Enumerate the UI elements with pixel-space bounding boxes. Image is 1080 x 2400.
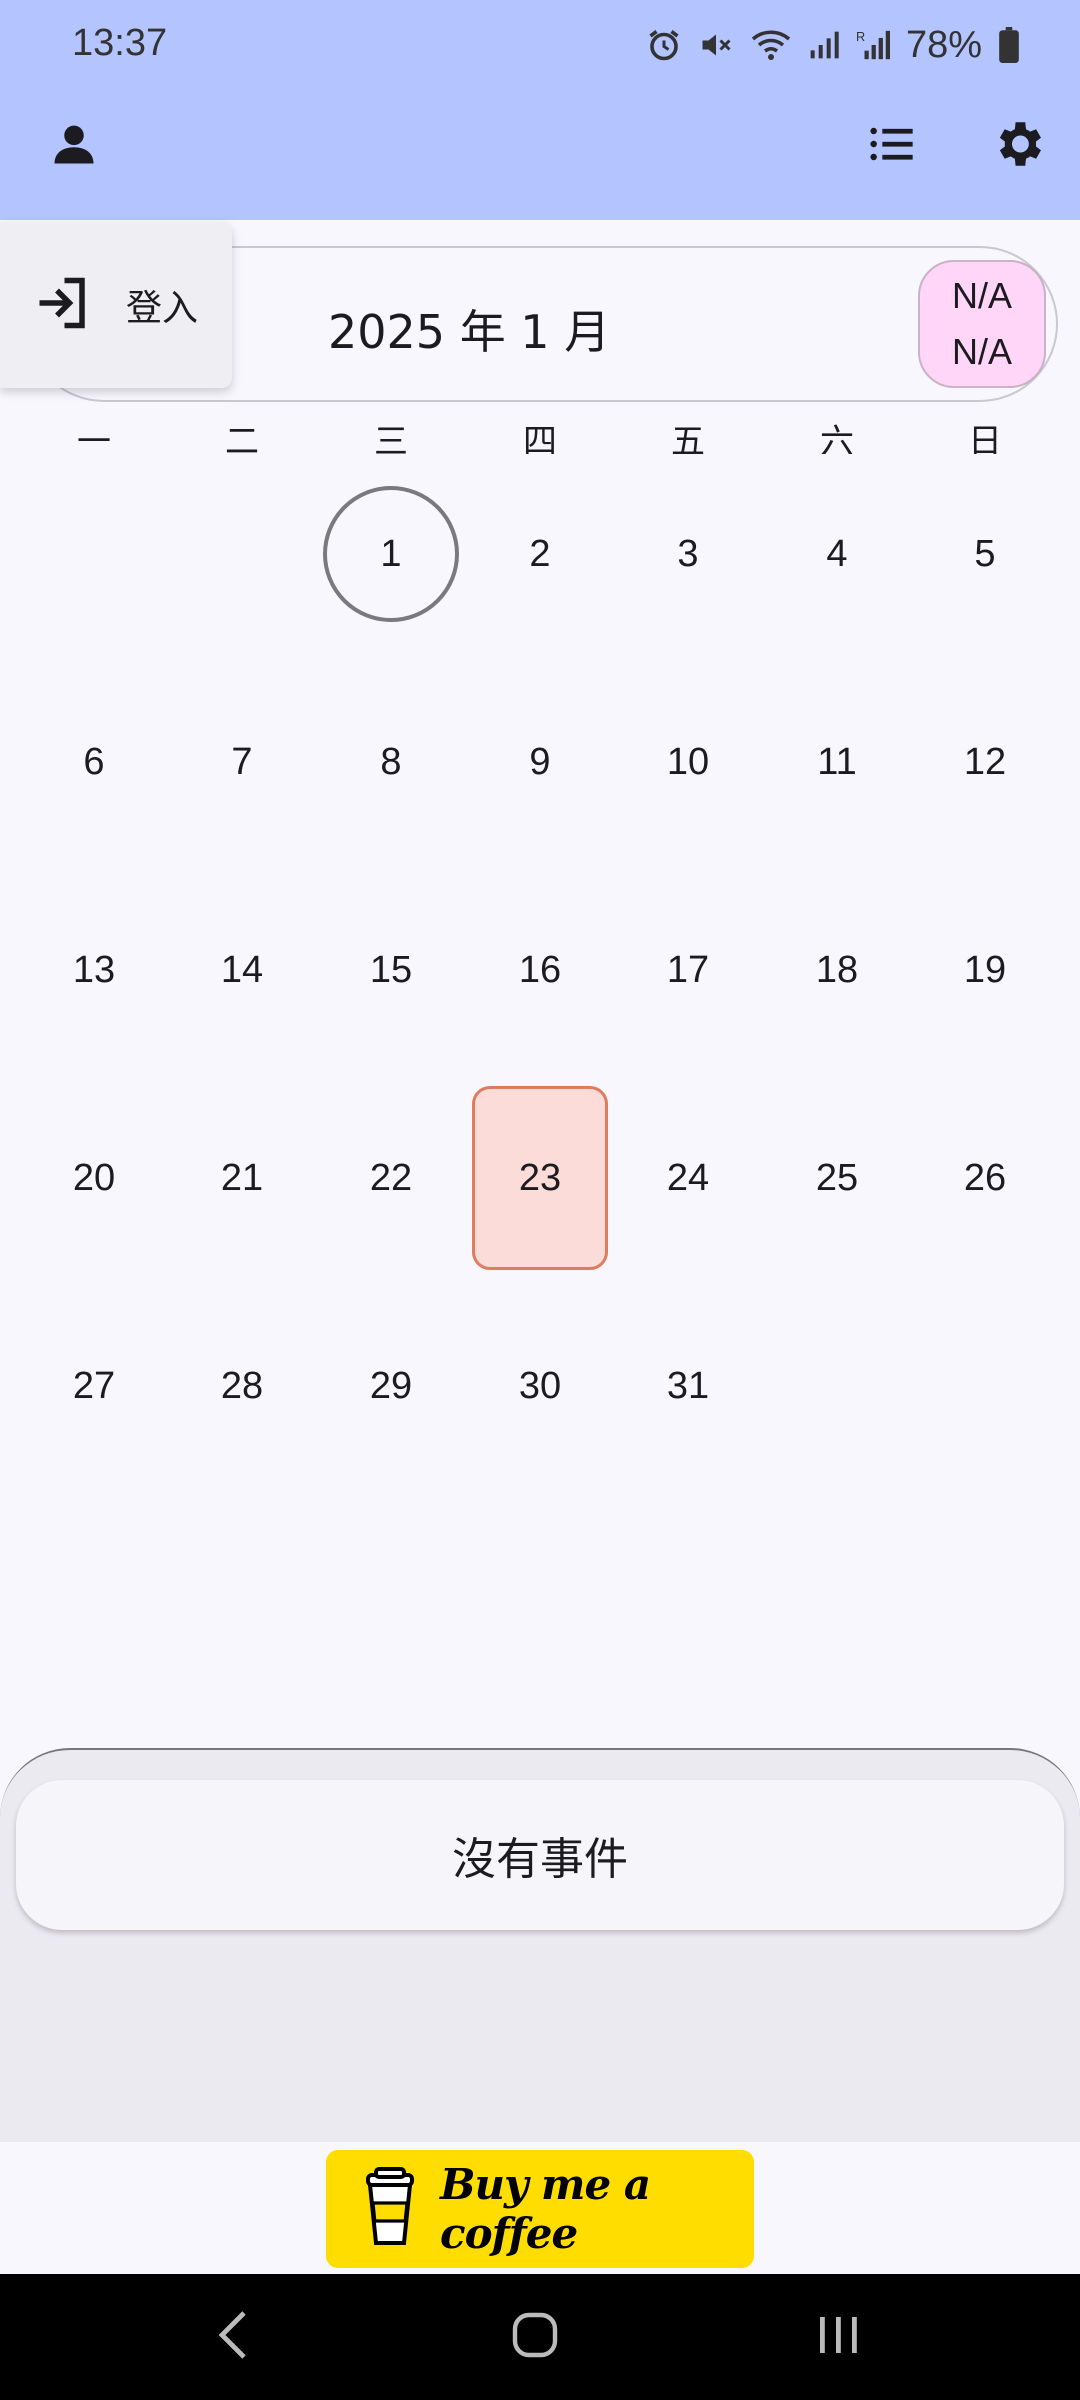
login-menu-item[interactable]: 登入 (0, 222, 232, 388)
list-view-button[interactable] (855, 110, 927, 182)
calendar-day[interactable]: 10 (620, 694, 756, 830)
alarm-icon (646, 27, 682, 63)
calendar-day[interactable]: 17 (620, 902, 756, 1038)
status-time: 13:37 (72, 22, 168, 64)
na-badge-bottom: N/A (951, 331, 1012, 372)
home-button[interactable] (495, 2304, 575, 2370)
calendar-day[interactable]: 2 (472, 486, 608, 622)
calendar-day-circled[interactable]: 1 (323, 486, 459, 622)
calendar-day[interactable]: 21 (174, 1110, 310, 1246)
weekday-label: 一 (77, 422, 111, 454)
na-badge[interactable]: N/A N/A (918, 260, 1046, 388)
mute-icon (698, 27, 734, 63)
recents-button[interactable] (798, 2304, 878, 2370)
person-icon (48, 118, 100, 174)
coffee-label: Buy me a coffee (440, 2160, 651, 2258)
svg-text:R: R (856, 29, 865, 44)
coffee-cup-icon (362, 2167, 418, 2251)
recents-icon (816, 2313, 860, 2361)
calendar-day[interactable]: 18 (769, 902, 905, 1038)
calendar-day[interactable]: 8 (323, 694, 459, 830)
weekday-label: 四 (523, 422, 557, 454)
calendar-day[interactable]: 25 (769, 1110, 905, 1246)
settings-button[interactable] (982, 110, 1054, 182)
battery-percent: 78% (905, 23, 982, 66)
top-app-bar: 13:37 R 78% (0, 0, 1080, 220)
login-label: 登入 (126, 288, 199, 329)
calendar-day[interactable]: 6 (26, 694, 162, 830)
calendar-day[interactable]: 22 (323, 1110, 459, 1246)
status-icons: R 78% (646, 20, 1020, 70)
wifi-icon (750, 27, 792, 63)
calendar-day[interactable]: 3 (620, 486, 756, 622)
back-icon (214, 2309, 254, 2365)
calendar-day[interactable]: 12 (917, 694, 1053, 830)
calendar-day[interactable]: 24 (620, 1110, 756, 1246)
coffee-area: Buy me a coffee (0, 2142, 1080, 2274)
calendar-day[interactable]: 27 (26, 1318, 162, 1454)
calendar-day[interactable]: 16 (472, 902, 608, 1038)
calendar-day[interactable]: 20 (26, 1110, 162, 1246)
weekday-label: 二 (225, 422, 259, 454)
home-icon (511, 2311, 559, 2363)
calendar-day[interactable]: 15 (323, 902, 459, 1038)
calendar-day[interactable]: 29 (323, 1318, 459, 1454)
calendar-day[interactable]: 31 (620, 1318, 756, 1454)
calendar-day[interactable]: 7 (174, 694, 310, 830)
weekday-label: 五 (671, 422, 705, 454)
calendar-day[interactable]: 13 (26, 902, 162, 1038)
calendar-day[interactable]: 9 (472, 694, 608, 830)
weekday-label: 日 (968, 422, 1002, 454)
roaming-signal-icon: R (856, 27, 890, 63)
settings-gear-icon (989, 115, 1047, 177)
login-arrow-icon (32, 273, 92, 337)
na-badge-top: N/A (951, 275, 1012, 316)
calendar-day[interactable]: 30 (472, 1318, 608, 1454)
calendar-day[interactable]: 11 (769, 694, 905, 830)
no-events-text: 沒有事件 (452, 1834, 628, 1885)
account-button[interactable] (38, 110, 110, 182)
calendar-day-selected[interactable]: 23 (472, 1086, 608, 1270)
list-icon (865, 118, 917, 174)
calendar-day[interactable]: 26 (917, 1110, 1053, 1246)
system-nav-bar (0, 2274, 1080, 2400)
calendar-day[interactable]: 14 (174, 902, 310, 1038)
events-panel: 沒有事件 (0, 1748, 1080, 2142)
calendar-day[interactable]: 19 (917, 902, 1053, 1038)
signal-icon (808, 27, 840, 63)
buy-me-a-coffee-button[interactable]: Buy me a coffee (326, 2150, 754, 2268)
back-button[interactable] (194, 2304, 274, 2370)
no-events-card[interactable]: 沒有事件 (16, 1780, 1064, 1930)
battery-icon (998, 27, 1020, 63)
calendar-day[interactable]: 4 (769, 486, 905, 622)
month-title[interactable]: 2025 年 1 月 (328, 296, 610, 362)
weekday-label: 三 (374, 422, 408, 454)
calendar-day[interactable]: 5 (917, 486, 1053, 622)
calendar-day[interactable]: 28 (174, 1318, 310, 1454)
weekday-label: 六 (820, 422, 854, 454)
